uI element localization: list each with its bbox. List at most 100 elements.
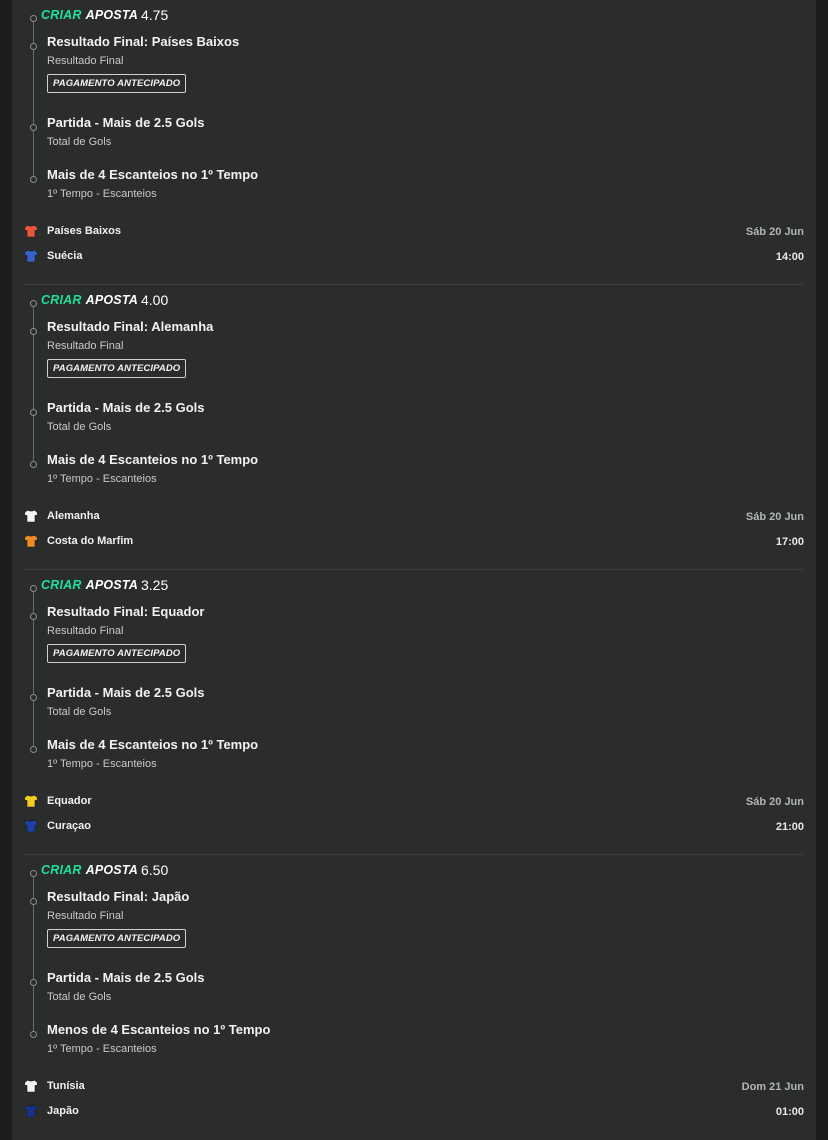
timeline-node: [30, 43, 37, 50]
bet-history-screen: CRIAR APOSTA 4.75 Resultado Final: Países B…: [0, 0, 828, 1140]
match-time: 14:00: [775, 251, 804, 263]
brand-aposta: APOSTA: [85, 863, 138, 877]
jersey-icon: [24, 819, 38, 833]
brand-criar: CRIAR: [41, 863, 82, 877]
bet-odds: 3.25: [141, 577, 169, 593]
match-date: Sáb 20 Jun: [745, 226, 804, 238]
brand-aposta: APOSTA: [85, 578, 138, 592]
bet-selection: Resultado Final: Alemanha Resultado Final…: [47, 319, 213, 378]
away-team: Costa do Marfim: [24, 534, 133, 548]
jersey-icon: [24, 1104, 38, 1118]
jersey-icon: [24, 509, 38, 523]
timeline-node: [30, 409, 37, 416]
team-name: Japão: [47, 1105, 79, 1117]
early-payout-badge: PAGAMENTO ANTECIPADO: [47, 359, 187, 378]
match-time: 01:00: [775, 1106, 804, 1118]
criar-aposta-logo: CRIAR APOSTA: [41, 293, 138, 307]
selection-title: Mais de 4 Escanteios no 1º Tempo: [47, 167, 259, 182]
away-team: Japão: [24, 1104, 79, 1118]
selection-title: Partida - Mais de 2.5 Gols: [47, 970, 205, 985]
selection-market: Total de Gols: [47, 706, 112, 718]
bet-selection: Partida - Mais de 2.5 Gols Total de Gols: [47, 400, 205, 433]
timeline-node: [30, 124, 37, 131]
bet-selection: Partida - Mais de 2.5 Gols Total de Gols: [47, 115, 205, 148]
timeline-node: [30, 1031, 37, 1038]
bet-card[interactable]: CRIAR APOSTA 6.50 Resultado Final: Japão Res…: [24, 855, 804, 1140]
match-time: 17:00: [775, 536, 804, 548]
timeline-node: [30, 694, 37, 701]
bet-odds: 4.00: [141, 292, 169, 308]
bet-selection: Partida - Mais de 2.5 Gols Total de Gols: [47, 970, 205, 1003]
team-name: Suécia: [47, 250, 83, 262]
home-team: Tunísia: [24, 1079, 85, 1093]
brand-aposta: APOSTA: [85, 293, 138, 307]
home-team: Países Baixos: [24, 224, 121, 238]
selection-title: Resultado Final: Países Baixos: [47, 34, 240, 49]
selection-title: Partida - Mais de 2.5 Gols: [47, 115, 205, 130]
early-payout-badge: PAGAMENTO ANTECIPADO: [47, 644, 187, 663]
selection-market: Resultado Final: [47, 55, 124, 67]
brand-criar: CRIAR: [41, 578, 82, 592]
timeline-node: [30, 300, 37, 307]
timeline-node: [30, 15, 37, 22]
bet-selection: Mais de 4 Escanteios no 1º Tempo 1º Tempo…: [47, 737, 258, 770]
home-team: Equador: [24, 794, 92, 808]
selection-market: Total de Gols: [47, 991, 112, 1003]
bet-selection: Menos de 4 Escanteios no 1º Tempo 1º Temp…: [47, 1022, 270, 1055]
selection-title: Partida - Mais de 2.5 Gols: [47, 685, 205, 700]
timeline-node: [30, 461, 37, 468]
match-date: Sáb 20 Jun: [745, 796, 804, 808]
team-name: Costa do Marfim: [47, 535, 134, 547]
timeline-node: [30, 979, 37, 986]
jersey-icon: [24, 534, 38, 548]
selection-title: Resultado Final: Japão: [47, 889, 190, 904]
selection-market: Total de Gols: [47, 421, 112, 433]
bet-card[interactable]: CRIAR APOSTA 4.00 Resultado Final: Alemanha…: [24, 285, 804, 570]
brand-criar: CRIAR: [41, 8, 82, 22]
selection-market: Resultado Final: [47, 340, 124, 352]
match-date: Dom 21 Jun: [741, 1081, 804, 1093]
bet-selection: Resultado Final: Japão Resultado Final PAG…: [47, 889, 189, 948]
selection-title: Partida - Mais de 2.5 Gols: [47, 400, 205, 415]
criar-aposta-logo: CRIAR APOSTA: [41, 863, 138, 877]
bet-card[interactable]: CRIAR APOSTA 4.75 Resultado Final: Países B…: [24, 0, 804, 285]
home-team: Alemanha: [24, 509, 100, 523]
bet-selection: Resultado Final: Equador Resultado Final P…: [47, 604, 204, 663]
bet-selection: Partida - Mais de 2.5 Gols Total de Gols: [47, 685, 205, 718]
timeline-node: [30, 328, 37, 335]
jersey-icon: [24, 794, 38, 808]
match-time: 21:00: [775, 821, 804, 833]
criar-aposta-logo: CRIAR APOSTA: [41, 578, 138, 592]
timeline-node: [30, 898, 37, 905]
selection-market: Total de Gols: [47, 136, 112, 148]
brand-criar: CRIAR: [41, 293, 82, 307]
team-name: Curaçao: [47, 820, 92, 832]
bet-odds: 6.50: [141, 862, 169, 878]
timeline-node: [30, 746, 37, 753]
early-payout-badge: PAGAMENTO ANTECIPADO: [47, 74, 187, 93]
selection-market: Resultado Final: [47, 910, 124, 922]
selection-market: 1º Tempo - Escanteios: [47, 188, 157, 200]
selection-title: Mais de 4 Escanteios no 1º Tempo: [47, 452, 259, 467]
selection-title: Resultado Final: Equador: [47, 604, 205, 619]
timeline-node: [30, 870, 37, 877]
selection-title: Mais de 4 Escanteios no 1º Tempo: [47, 737, 259, 752]
match-date: Sáb 20 Jun: [745, 511, 804, 523]
selection-market: Resultado Final: [47, 625, 124, 637]
jersey-icon: [24, 224, 38, 238]
bet-card[interactable]: CRIAR APOSTA 3.25 Resultado Final: Equador R…: [24, 570, 804, 855]
team-name: Tunísia: [47, 1080, 85, 1092]
timeline-node: [30, 585, 37, 592]
team-name: Equador: [47, 795, 92, 807]
team-name: Alemanha: [47, 510, 100, 522]
early-payout-badge: PAGAMENTO ANTECIPADO: [47, 929, 187, 948]
bet-selection: Mais de 4 Escanteios no 1º Tempo 1º Tempo…: [47, 452, 258, 485]
team-name: Países Baixos: [47, 225, 121, 237]
bet-list: CRIAR APOSTA 4.75 Resultado Final: Países B…: [12, 0, 816, 1140]
bet-selection: Resultado Final: Países Baixos Resultado …: [47, 34, 239, 93]
selection-market: 1º Tempo - Escanteios: [47, 473, 157, 485]
timeline-node: [30, 176, 37, 183]
bet-odds: 4.75: [141, 7, 169, 23]
selection-market: 1º Tempo - Escanteios: [47, 758, 157, 770]
brand-aposta: APOSTA: [85, 8, 138, 22]
